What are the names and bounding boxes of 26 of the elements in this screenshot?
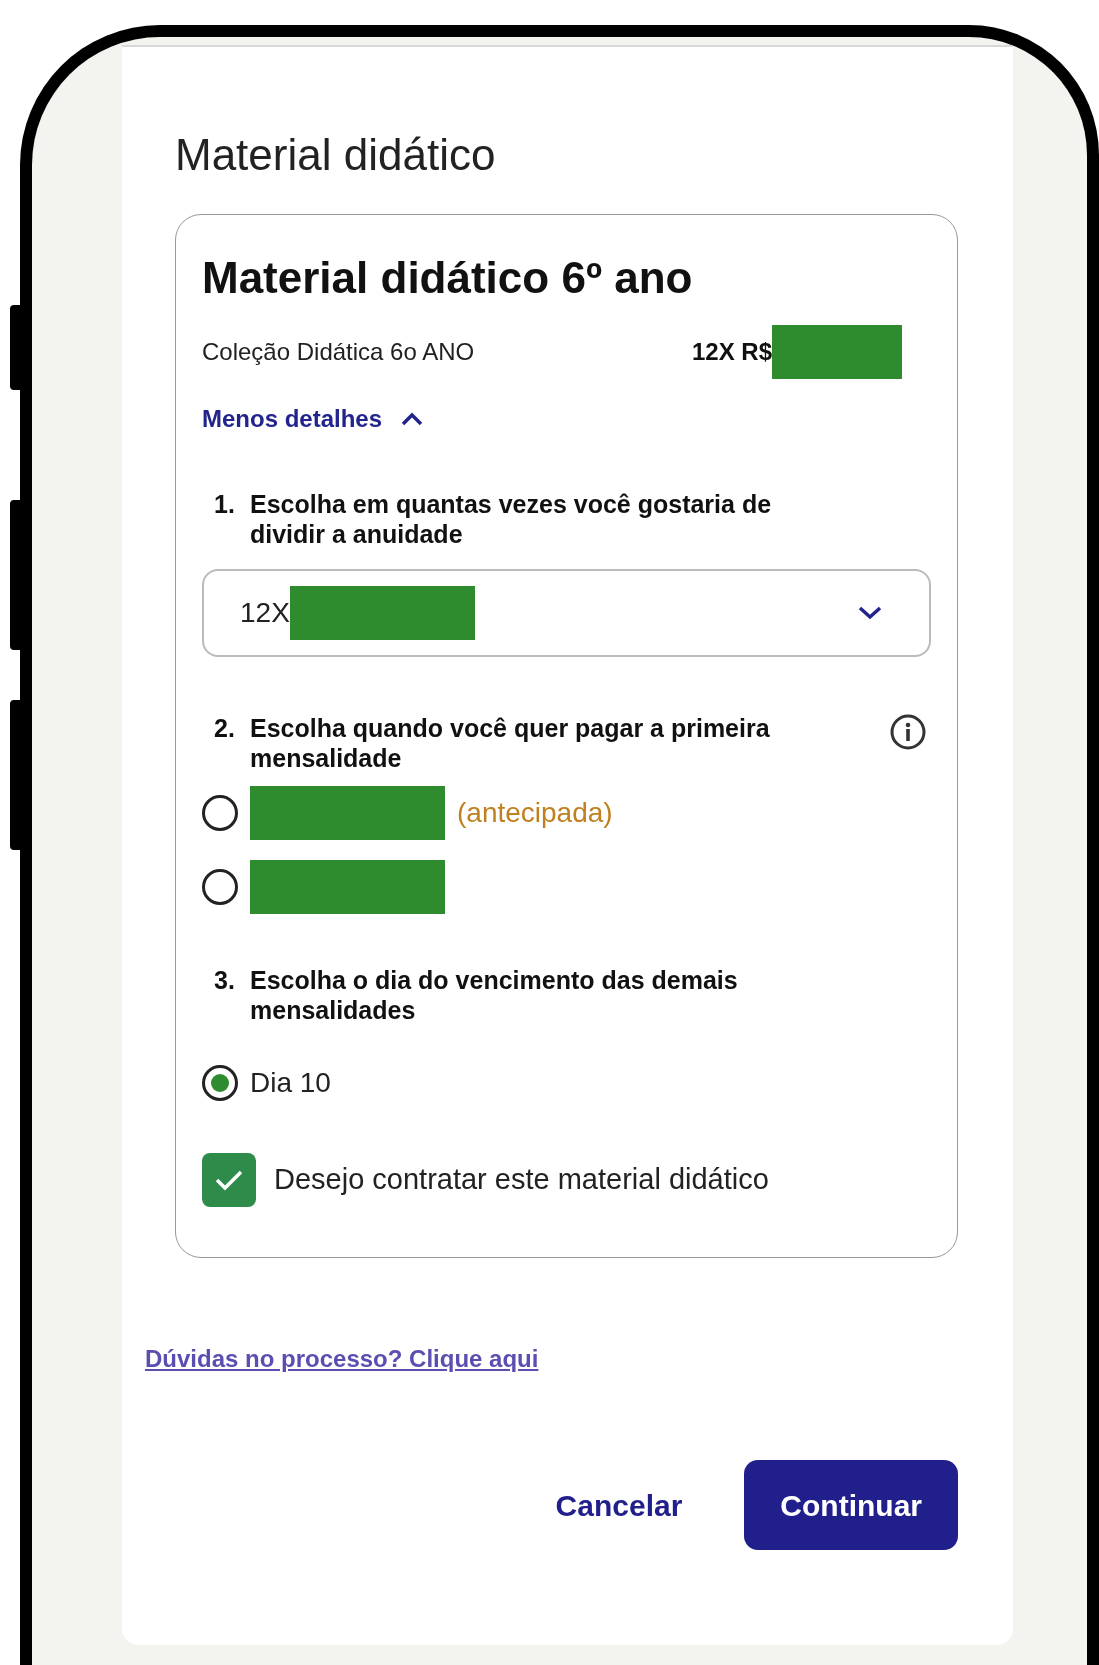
step-number: 2.	[214, 713, 236, 743]
radio-label: Dia 10	[250, 1066, 331, 1100]
page-title: Material didático	[175, 129, 497, 181]
card-title: Material didático 6º ano	[202, 253, 694, 303]
step-heading: Escolha em quantas vezes você gostaria de dividir a anuidade	[250, 489, 773, 549]
step-heading: Escolha quando você quer pagar a primeira mensalidade	[250, 713, 770, 773]
radio-button[interactable]	[202, 869, 238, 905]
radio-button[interactable]	[202, 795, 238, 831]
step-number: 3.	[214, 965, 236, 995]
step-number: 1.	[214, 489, 236, 519]
chevron-icon	[400, 411, 425, 427]
option-note: (antecipada)	[457, 796, 613, 830]
continue-button[interactable]: Continuar	[744, 1460, 958, 1550]
cancel-button[interactable]: Cancelar	[527, 1460, 711, 1550]
radio-button[interactable]	[202, 1065, 238, 1101]
checkbox-label: Desejo contratar este material didático	[274, 1162, 769, 1198]
help-link[interactable]: Dúvidas no processo? Clique aqui	[145, 1341, 539, 1377]
info-icon[interactable]	[889, 713, 927, 751]
select-value: 12X	[240, 596, 290, 630]
checkbox[interactable]	[202, 1153, 256, 1207]
installments-select[interactable]: 12X	[202, 569, 931, 657]
price-text: 12X R$	[692, 337, 773, 367]
product-name: Coleção Didática 6o ANO	[202, 337, 476, 367]
details-toggle[interactable]: Menos detalhes	[202, 401, 425, 437]
step-heading: Escolha o dia do vencimento das demais mensalidades	[250, 965, 739, 1025]
chevron-down-icon	[857, 605, 883, 621]
